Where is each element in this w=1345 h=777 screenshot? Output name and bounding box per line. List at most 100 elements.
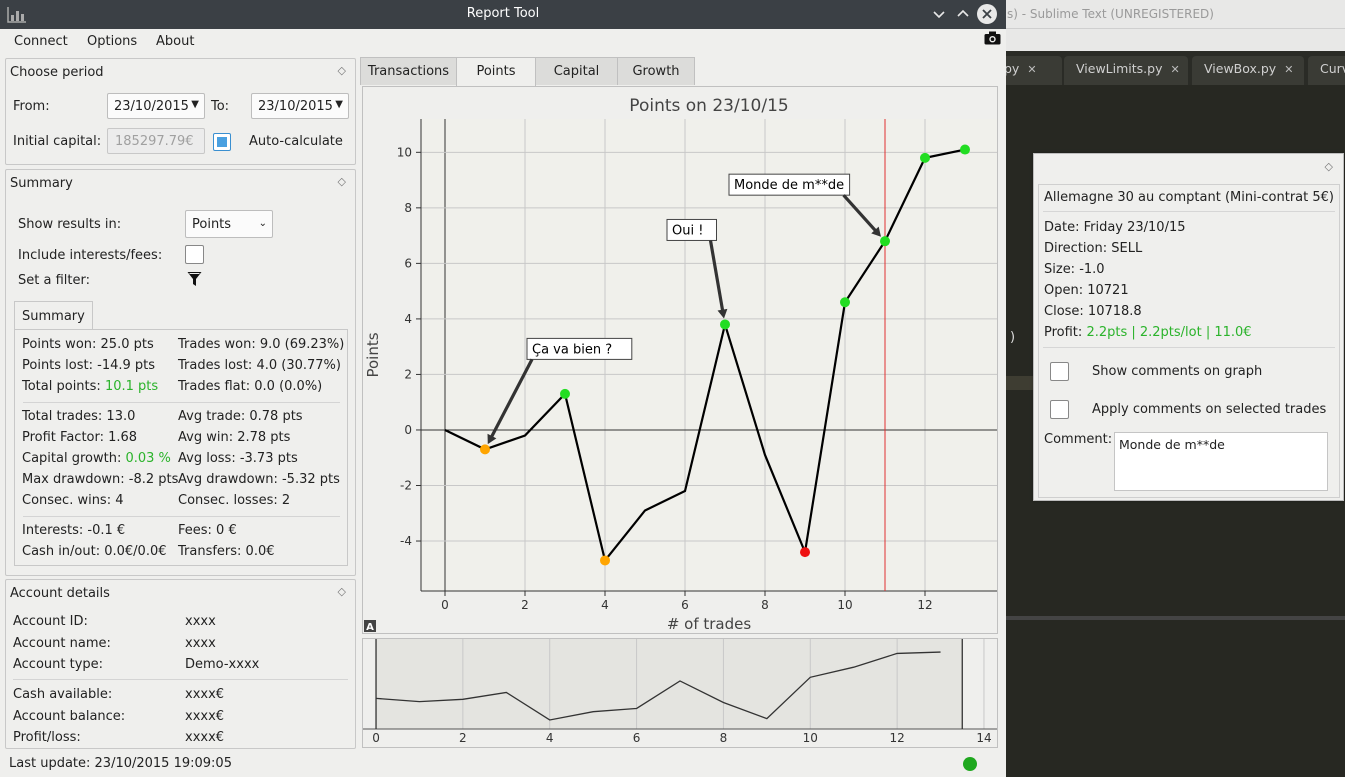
stat-capital-growth-label: Capital growth: <box>22 451 122 466</box>
points-chart-frame: Points on 23/10/15 0 2 4 6 8 10 12 -4 -2 0 2 4 6 8 10 # … <box>362 86 998 634</box>
tab-growth[interactable]: Growth <box>617 57 695 85</box>
from-date-value: 23/10/2015 <box>114 99 189 114</box>
last-update-text: Last update: 23/10/2015 19:09:05 <box>9 756 232 771</box>
stat-avg-trade: Avg trade: 0.78 pts <box>178 409 303 424</box>
capital-input[interactable]: 185297.79€ <box>107 128 205 154</box>
tab-transactions[interactable]: Transactions <box>360 57 457 85</box>
stat-total-points: Total points: 10.1 pts <box>22 379 158 394</box>
collapse-icon[interactable]: ◇ <box>338 175 346 188</box>
auto-calculate-label: Auto-calculate <box>249 134 343 149</box>
show-results-select[interactable]: Points ⌄ <box>185 210 273 238</box>
x-tick-label: 4 <box>601 598 609 612</box>
navigator-tick-label: 14 <box>976 731 991 745</box>
trade-marker <box>840 297 850 308</box>
autoscale-button[interactable]: A <box>364 620 376 633</box>
divider <box>23 516 340 517</box>
stat-trades-won: Trades won: 9.0 (69.23%) <box>178 337 345 352</box>
show-comments-label: Show comments on graph <box>1092 364 1263 379</box>
editor-tab-label: py <box>1004 61 1020 76</box>
chart-title: Points on 23/10/15 <box>629 96 788 116</box>
camera-icon[interactable] <box>984 31 1001 45</box>
trade-open: Open: 10721 <box>1044 283 1129 298</box>
editor-title: s) - Sublime Text (UNREGISTERED) <box>1007 7 1214 21</box>
stat-points-lost: Points lost: -14.9 pts <box>22 358 156 373</box>
comment-textarea[interactable]: Monde de m**de <box>1114 432 1328 491</box>
y-tick-label: -2 <box>400 478 412 492</box>
account-type-value: Demo-xxxx <box>185 657 260 672</box>
trade-details-popup: ◇ Allemagne 30 au comptant (Mini-contrat… <box>1033 153 1344 501</box>
editor-tab[interactable]: ViewBox.py ✕ <box>1192 56 1304 85</box>
chart-navigator-frame: 0 2 4 6 8 10 12 14 <box>362 638 998 748</box>
tab-points[interactable]: Points <box>456 57 536 86</box>
close-icon[interactable]: ✕ <box>1284 63 1293 76</box>
minimize-icon[interactable] <box>929 4 949 24</box>
y-tick-label: 4 <box>404 312 412 326</box>
trade-marker <box>560 388 570 399</box>
navigator-tick-label: 0 <box>372 731 380 745</box>
menu-connect[interactable]: Connect <box>14 34 68 49</box>
account-title: Account details <box>10 586 110 601</box>
menu-options[interactable]: Options <box>87 34 137 49</box>
show-results-value: Points <box>192 217 232 232</box>
divider <box>23 402 340 403</box>
cash-available-label: Cash available: <box>13 687 113 702</box>
apply-comments-label: Apply comments on selected trades <box>1092 402 1327 417</box>
auto-calculate-checkbox[interactable] <box>213 133 231 151</box>
trade-marker <box>920 152 930 163</box>
period-title: Choose period <box>10 65 104 80</box>
close-icon[interactable] <box>977 4 997 24</box>
filter-icon[interactable] <box>187 271 202 287</box>
editor-tab[interactable]: Curv <box>1308 56 1345 85</box>
window-titlebar[interactable]: Report Tool <box>0 0 1006 29</box>
editor-tab[interactable]: ViewLimits.py ✕ <box>1064 56 1188 85</box>
annotation-text: Monde de m**de <box>734 178 844 193</box>
to-date-picker[interactable]: 23/10/2015 ▼ <box>251 93 349 119</box>
menu-about[interactable]: About <box>156 34 194 49</box>
y-tick-label: 2 <box>404 367 412 381</box>
x-tick-label: 6 <box>681 598 689 612</box>
stat-total-points-label: Total points: <box>22 379 101 394</box>
trade-marker <box>880 236 890 247</box>
chart-navigator[interactable]: 0 2 4 6 8 10 12 14 <box>363 639 997 747</box>
collapse-icon[interactable]: ◇ <box>338 585 346 598</box>
stat-capital-growth: Capital growth: 0.03 % <box>22 451 171 466</box>
trade-date: Date: Friday 23/10/15 <box>1044 220 1186 235</box>
x-axis-label: # of trades <box>667 615 752 633</box>
y-tick-label: 0 <box>404 423 412 437</box>
stat-points-won: Points won: 25.0 pts <box>22 337 154 352</box>
from-label: From: <box>13 99 50 114</box>
to-date-value: 23/10/2015 <box>258 99 333 114</box>
stat-trades-flat: Trades flat: 0.0 (0.0%) <box>178 379 323 394</box>
close-icon[interactable]: ✕ <box>1170 63 1179 76</box>
stat-consec-wins: Consec. wins: 4 <box>22 493 124 508</box>
annotation-text: Oui ! <box>672 223 703 238</box>
account-balance-label: Account balance: <box>13 709 126 724</box>
divider <box>1043 211 1335 212</box>
status-bar: Last update: 23/10/2015 19:09:05 <box>0 750 1006 777</box>
code-text: ) <box>1010 330 1016 345</box>
stat-total-points-value: 10.1 pts <box>104 379 159 394</box>
chevron-down-icon: ▼ <box>191 99 199 110</box>
apply-comments-checkbox[interactable] <box>1050 400 1069 419</box>
collapse-icon[interactable]: ◇ <box>338 64 346 77</box>
y-tick-label: 8 <box>404 201 412 215</box>
tab-capital[interactable]: Capital <box>535 57 618 85</box>
from-date-picker[interactable]: 23/10/2015 ▼ <box>107 93 205 119</box>
close-icon[interactable]: ✕ <box>1027 63 1036 76</box>
menu-bar: Connect Options About <box>0 29 1006 56</box>
account-name-label: Account name: <box>13 636 111 651</box>
stat-fees: Fees: 0 € <box>178 523 237 538</box>
points-chart[interactable]: Points on 23/10/15 0 2 4 6 8 10 12 -4 -2 0 2 4 6 8 10 # … <box>363 87 997 633</box>
interests-checkbox[interactable] <box>185 245 204 264</box>
tab-summary[interactable]: Summary <box>14 301 93 330</box>
profit-loss-label: Profit/loss: <box>13 730 81 745</box>
trade-marker <box>960 144 970 155</box>
navigator-tick-label: 2 <box>459 731 467 745</box>
y-tick-label: 10 <box>397 145 412 159</box>
divider <box>13 679 348 680</box>
show-comments-checkbox[interactable] <box>1050 362 1069 381</box>
navigator-tick-label: 12 <box>889 731 904 745</box>
maximize-icon[interactable] <box>953 4 973 24</box>
collapse-icon[interactable]: ◇ <box>1325 160 1333 173</box>
account-balance-value: xxxx€ <box>185 709 225 724</box>
